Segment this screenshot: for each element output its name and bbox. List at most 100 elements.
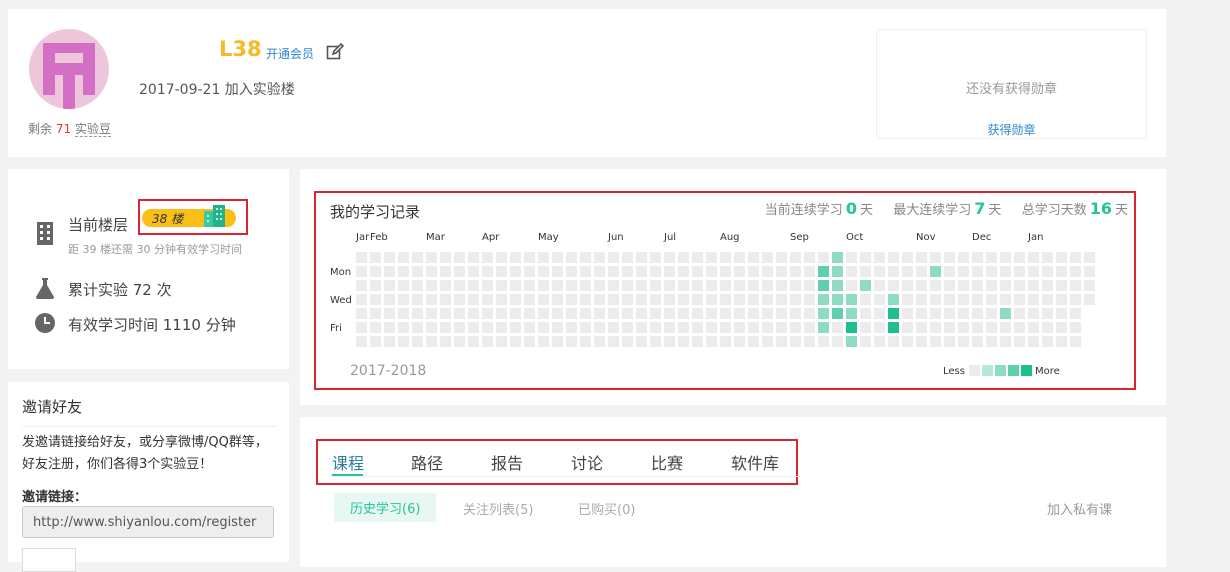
- heatmap-cell: [818, 322, 829, 333]
- heatmap-cell: [790, 294, 801, 305]
- beans-unit-link[interactable]: 实验豆: [74, 122, 111, 137]
- tab-software[interactable]: 软件库: [731, 450, 779, 474]
- heatmap-cell: [846, 336, 857, 347]
- heatmap-cell: [356, 308, 367, 319]
- heatmap-cell: [860, 252, 871, 263]
- heatmap-cell: [790, 280, 801, 291]
- heatmap-cell: [832, 252, 843, 263]
- heatmap-cell: [860, 336, 871, 347]
- subtab-following[interactable]: 关注列表(5): [463, 499, 533, 518]
- heatmap-cell: [832, 294, 843, 305]
- heatmap-cell: [580, 308, 591, 319]
- heatmap-cell: [874, 322, 885, 333]
- heatmap-cell: [1042, 280, 1053, 291]
- heatmap-cell: [356, 336, 367, 347]
- heatmap-cell: [776, 294, 787, 305]
- tab-contests[interactable]: 比赛: [651, 450, 683, 474]
- edit-icon[interactable]: [326, 43, 344, 61]
- heatmap-cell: [608, 266, 619, 277]
- add-private-course-link[interactable]: 加入私有课: [1047, 499, 1112, 518]
- heatmap-cell: [1042, 322, 1053, 333]
- heatmap-cell: [762, 252, 773, 263]
- heatmap-cell: [608, 294, 619, 305]
- heatmap-cell: [1070, 322, 1081, 333]
- invite-card: 邀请好友 发邀请链接给好友，或分享微博/QQ群等，好友注册，你们各得3个实验豆！…: [8, 382, 289, 572]
- heatmap-cell: [552, 322, 563, 333]
- heatmap-cell: [860, 308, 871, 319]
- heatmap-cell: [440, 252, 451, 263]
- get-badge-link[interactable]: 获得勋章: [877, 121, 1146, 138]
- tabs-divider: [330, 476, 800, 477]
- heatmap-cell: [580, 280, 591, 291]
- legend-swatch: [982, 365, 993, 376]
- study-time: 有效学习时间 1110 分钟: [68, 316, 236, 334]
- heatmap-cell: [1014, 252, 1025, 263]
- heatmap-cell: [860, 266, 871, 277]
- heatmap-cell: [804, 252, 815, 263]
- heatmap-cell: [944, 308, 955, 319]
- heatmap-cell: [496, 322, 507, 333]
- heatmap-cell: [986, 266, 997, 277]
- subtab-history[interactable]: 历史学习(6): [334, 493, 437, 522]
- heatmap-cell: [412, 252, 423, 263]
- heatmap-cell: [902, 308, 913, 319]
- heatmap-cell: [440, 308, 451, 319]
- tab-discussions[interactable]: 讨论: [571, 450, 603, 474]
- heatmap-cell: [930, 308, 941, 319]
- tab-courses[interactable]: 课程: [332, 450, 364, 474]
- legend-less: Less: [943, 366, 965, 377]
- heatmap-cell: [804, 336, 815, 347]
- content-tabs-card: 课程 路径 报告 讨论 比赛 软件库 历史学习(6) 关注列表(5) 已购买(0…: [300, 417, 1166, 567]
- tab-reports[interactable]: 报告: [491, 450, 523, 474]
- heatmap-cell: [664, 322, 675, 333]
- heatmap-cell: [356, 322, 367, 333]
- subtab-purchased[interactable]: 已购买(0): [578, 499, 635, 518]
- heatmap-cell: [468, 294, 479, 305]
- heatmap-cell: [972, 308, 983, 319]
- heatmap-cell: [944, 266, 955, 277]
- heatmap-cell: [510, 280, 521, 291]
- heatmap-cell: [874, 252, 885, 263]
- heatmap-cell: [524, 322, 535, 333]
- building-icon: [37, 222, 53, 245]
- heatmap-cell: [860, 280, 871, 291]
- vip-link[interactable]: 开通会员: [266, 45, 314, 62]
- heatmap-cell: [1014, 280, 1025, 291]
- heatmap-cell: [1000, 336, 1011, 347]
- heatmap-cell: [1000, 280, 1011, 291]
- heatmap-cell: [888, 308, 899, 319]
- heatmap-cell: [916, 294, 927, 305]
- heatmap-cell: [1014, 308, 1025, 319]
- heatmap-cell: [986, 294, 997, 305]
- heatmap-cell: [846, 266, 857, 277]
- heatmap-cell: [958, 266, 969, 277]
- invite-link-field[interactable]: [22, 506, 274, 538]
- heatmap-cell: [944, 252, 955, 263]
- legend-swatch: [969, 365, 980, 376]
- heatmap-cell: [1084, 266, 1095, 277]
- heatmap-cell: [440, 266, 451, 277]
- heatmap-cell: [1028, 252, 1039, 263]
- experiment-count: 累计实验 72 次: [68, 281, 172, 299]
- heatmap-cell: [734, 308, 745, 319]
- heatmap-cell: [1028, 308, 1039, 319]
- copy-link-button[interactable]: [22, 548, 76, 572]
- heatmap-cell: [832, 266, 843, 277]
- heatmap-cell: [496, 252, 507, 263]
- avatar[interactable]: [29, 29, 109, 109]
- heatmap-cell: [538, 322, 549, 333]
- heatmap-cell: [916, 252, 927, 263]
- heatmap-cell: [762, 280, 773, 291]
- heatmap-cell: [664, 294, 675, 305]
- heatmap-cell: [440, 280, 451, 291]
- heatmap-cell: [356, 252, 367, 263]
- clock-icon: [35, 313, 55, 333]
- heatmap-cell: [916, 280, 927, 291]
- heatmap-cell: [902, 252, 913, 263]
- heatmap-cell: [874, 266, 885, 277]
- tab-paths[interactable]: 路径: [411, 450, 443, 474]
- heatmap-cell: [538, 294, 549, 305]
- heatmap-cell: [1056, 252, 1067, 263]
- heatmap-cell: [650, 322, 661, 333]
- heatmap-cell: [426, 280, 437, 291]
